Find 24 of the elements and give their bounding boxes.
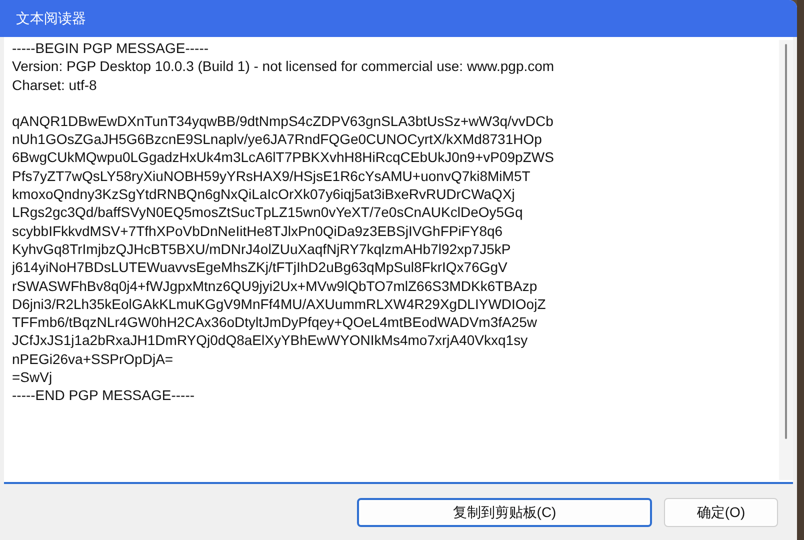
text-line: Version: PGP Desktop 10.0.3 (Build 1) - not licensed for commercial use: www.pgp.com [12,57,554,76]
text-line: Charset: utf-8 [12,76,97,94]
text-line: qANQR1DBwEwDXnTunT34yqwBB/9dtNmpS4cZDPV63gnSLA3btUsSz+wW3q/vvDCb [12,112,554,130]
text-line: -----BEGIN PGP MESSAGE----- [12,39,209,58]
text-line: j614yiNoH7BDsLUTEWuavvsEgeMhsZKj/tFTjIhD2uBg63qMpSul8FkrIQx76GgV [12,258,508,277]
scrollbar[interactable] [779,40,793,480]
text-line: KyhvGq8TrImjbzQJHcBT5BXU/mDNrJ4olZUuXaqfNjRY7kqlzmAHb7l92xp7J5kP [12,240,511,258]
text-line: -----END PGP MESSAGE----- [12,386,195,405]
text-line: rSWASWFhBv8q0j4+fWJgpxMtnz6QU9jyi2Ux+MVw9lQbTO7mlZ66S3MDKk6TBAzp [12,276,538,295]
text-line: D6jni3/R2Lh35kEolGAkKLmuKGgV9MnFf4MU/AXUummRLXW4R29XgDLIYWDIOojZ [12,294,546,314]
dialog-button[interactable]: 确定(O) [664,498,778,527]
text-line: 6BwgCUkMQwpu0LGgadzHxUk4m3LcA6lT7PBKXvhH8HiRcqCEbUkJ0n9+vP09pZWS [12,148,554,167]
text-line: nUh1GOsZGaJH5G6BzcnE9SLnaplv/ye6JA7RndFQGe0CUNOCyrtX/kXMd8731HOp [12,130,542,148]
text-line: scybbIFkkvdMSV+7TfhXPoVbDnNeIitHe8TJlxPn0QiDa9z3EBSjIVGhFPiFY8q6 [12,222,503,240]
text-line: LRgs2gc3Qd/baffSVyN0EQ5mosZtSucTpLZ15wn0vYeXT/7e0sCnAUKclDeOy5Gq [12,203,523,222]
text-line: nPEGi26va+SSPrOpDjA= [12,350,174,368]
text-area[interactable] [4,37,793,484]
text-line: =SwVj [12,368,52,386]
text-line: TFFmb6/tBqzNLr4GW0hH2CAx36oDtyltJmDyPfqey+QOeL4mtBEodWADVm3fA25w [12,313,538,332]
dialog-button[interactable]: 复制到剪贴板(C) [357,498,652,527]
text-line: kmoxoQndny3KzSgYtdRNBQn6gNxQiLaIcOrXk07y6iqj5at3iBxeRvRUDrCWaQXj [12,185,515,204]
window-title: 文本阅读器 [16,9,86,28]
text-line: JCfJxJS1j1a2bRxaJH1DmRYQj0dQ8aElXyYBhEwWYONIkMs4mo7xrjA40Vkxq1sy [12,331,528,350]
text-line: Pfs7yZT7wQsLY58ryXiuNOBH59yYRsHAX9/HSjsE1R6cYsAMU+uonvQ7ki8MiM5T [12,166,530,186]
